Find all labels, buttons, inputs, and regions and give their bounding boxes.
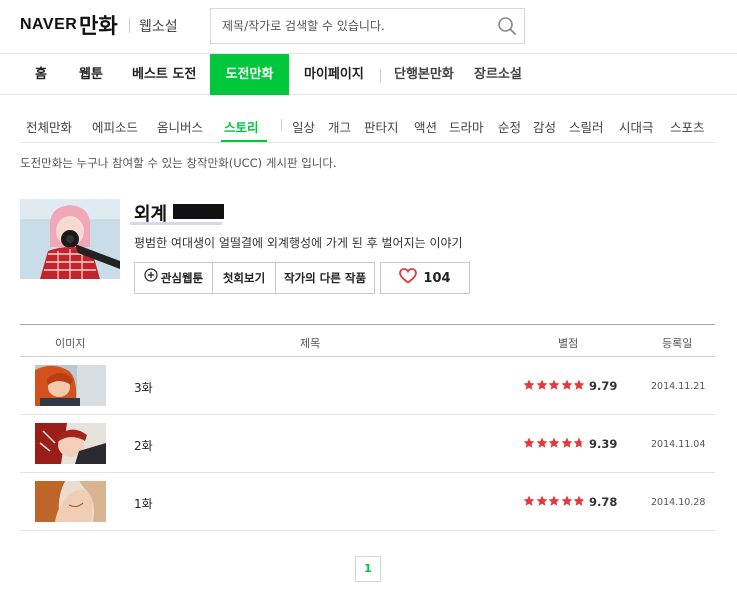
comic-thumbnail[interactable]: [20, 199, 120, 279]
title-highlight: [130, 222, 222, 225]
star-icon: [548, 495, 561, 507]
nav-genre-novel[interactable]: 장르소설: [474, 54, 522, 95]
header-image: 이미지: [55, 337, 86, 350]
episode-thumbnail[interactable]: [35, 481, 106, 522]
heart-icon: [399, 268, 418, 288]
subnav-all[interactable]: 전체만화: [26, 117, 72, 136]
star-icon: [523, 437, 536, 449]
redacted-title-part: [173, 204, 224, 219]
main-nav: 홈 웹툰 베스트 도전 도전만화 마이페이지 단행본만화 장르소설: [0, 54, 737, 95]
episode-score: 9.78: [589, 495, 618, 509]
subnav-sensibility[interactable]: 감성: [533, 117, 556, 136]
header-date: 등록일: [662, 337, 693, 350]
episode-score: 9.79: [589, 379, 618, 393]
episode-thumbnail[interactable]: [35, 365, 106, 406]
top-header: NAVER 만화 웹소설: [0, 0, 737, 54]
star-icon: [548, 437, 561, 449]
table-header: 이미지 제목 별점 등록일: [20, 324, 715, 357]
subnav-drama[interactable]: 드라마: [449, 117, 484, 136]
logo-divider: [129, 18, 130, 33]
header-title: 제목: [300, 337, 321, 350]
search-icon[interactable]: [496, 15, 518, 37]
subnav-daily[interactable]: 일상: [292, 117, 315, 136]
subnav-sports[interactable]: 스포츠: [670, 117, 705, 136]
episode-date: 2014.11.04: [651, 439, 706, 450]
star-icon: [523, 379, 536, 391]
star-icon: [523, 495, 536, 507]
episode-thumbnail[interactable]: [35, 423, 106, 464]
star-rating: [523, 379, 586, 391]
episode-title[interactable]: 3화: [134, 379, 153, 396]
nav-divider: [380, 69, 381, 82]
star-icon: [536, 495, 549, 507]
nav-mypage[interactable]: 마이페이지: [304, 54, 364, 95]
episode-title[interactable]: 2화: [134, 437, 153, 454]
search-box: [210, 8, 525, 44]
star-rating: [523, 437, 586, 449]
search-input[interactable]: [211, 9, 481, 43]
star-icon: [548, 379, 561, 391]
naver-logo[interactable]: NAVER: [20, 16, 77, 34]
star-icon: [573, 379, 586, 391]
star-icon: [561, 437, 574, 449]
webnovel-link[interactable]: 웹소설: [139, 16, 178, 36]
subnav-fantasy[interactable]: 판타지: [364, 117, 399, 136]
like-button[interactable]: 104: [380, 262, 470, 294]
episode-date: 2014.10.28: [651, 497, 706, 508]
subnav-historical[interactable]: 시대극: [619, 117, 654, 136]
star-icon: [573, 495, 586, 507]
like-count: 104: [423, 270, 451, 286]
manhwa-logo[interactable]: 만화: [79, 10, 118, 40]
nav-best-challenge[interactable]: 베스트 도전: [132, 54, 196, 95]
comic-action-buttons: 관심웹툰 첫회보기 작가의 다른 작품: [134, 262, 375, 294]
first-episode-button[interactable]: 첫회보기: [213, 263, 276, 293]
nav-webtoon[interactable]: 웹툰: [79, 54, 103, 95]
nav-home[interactable]: 홈: [35, 54, 47, 95]
star-icon: [573, 437, 586, 449]
star-rating: [523, 495, 586, 507]
subnav-omnibus[interactable]: 옴니버스: [157, 117, 203, 136]
nav-book-comics[interactable]: 단행본만화: [394, 54, 454, 95]
subnav-gag[interactable]: 개그: [328, 117, 351, 136]
plus-circle-icon: [144, 263, 158, 293]
subnav-divider: [281, 119, 282, 131]
add-favorite-button[interactable]: 관심웹툰: [135, 263, 213, 293]
favorite-label: 관심웹툰: [160, 271, 204, 285]
star-icon: [536, 379, 549, 391]
page-number-current[interactable]: 1: [355, 556, 381, 582]
episode-title[interactable]: 1화: [134, 495, 153, 512]
star-icon: [536, 437, 549, 449]
table-row[interactable]: 3화 9.79 2014.11.21: [20, 357, 715, 415]
genre-subnav: 전체만화 에피소드 옴니버스 스토리 일상 개그 판타지 액션 드라마 순정 감…: [20, 95, 715, 143]
comic-description: 평범한 여대생이 얼떨결에 외계행성에 가게 된 후 벌어지는 이야기: [134, 236, 463, 250]
star-icon: [561, 379, 574, 391]
subnav-action[interactable]: 액션: [414, 117, 437, 136]
subnav-episode[interactable]: 에피소드: [92, 117, 138, 136]
episode-table: 이미지 제목 별점 등록일 3화 9.79 2014.11.21 2화 9.39…: [20, 324, 715, 531]
table-row[interactable]: 2화 9.39 2014.11.04: [20, 415, 715, 473]
subnav-romance[interactable]: 순정: [498, 117, 521, 136]
header-rating: 별점: [558, 337, 579, 350]
nav-challenge-comics[interactable]: 도전만화: [210, 54, 289, 95]
other-works-button[interactable]: 작가의 다른 작품: [276, 263, 374, 293]
star-icon: [561, 495, 574, 507]
subnav-thriller[interactable]: 스릴러: [569, 117, 604, 136]
table-row[interactable]: 1화 9.78 2014.10.28: [20, 473, 715, 531]
subnav-active-indicator: [221, 140, 267, 142]
episode-date: 2014.11.21: [651, 381, 706, 392]
episode-score: 9.39: [589, 437, 618, 451]
subnav-story[interactable]: 스토리: [224, 117, 259, 136]
board-notice: 도전만화는 누구나 참여할 수 있는 창작만화(UCC) 게시판 입니다.: [20, 156, 337, 170]
